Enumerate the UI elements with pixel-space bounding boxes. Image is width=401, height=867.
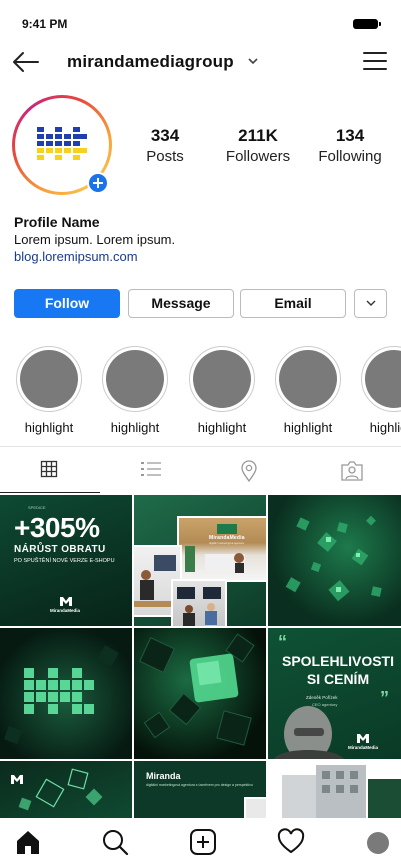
add-story-button[interactable] (87, 172, 109, 194)
profile-avatar-icon[interactable] (367, 832, 389, 854)
hamburger-menu-icon[interactable] (362, 50, 388, 72)
posts-label: Posts (146, 148, 184, 165)
profile-username[interactable]: mirandamediagroup (67, 52, 234, 72)
posts-grid: SPEDICE +305% NÁRŮST OBRATU PO SPUŠTĚNÍ … (0, 495, 401, 818)
post-tile[interactable] (268, 495, 401, 626)
highlight-label: highlight (369, 420, 401, 435)
tab-tagged[interactable] (300, 447, 400, 493)
highlight-label: highlight (283, 420, 333, 435)
green-cubes-graphic (285, 515, 382, 602)
chevron-down-icon (366, 300, 376, 306)
following-count: 134 (335, 126, 365, 145)
highlight-item[interactable]: highlight (101, 346, 169, 435)
coworkers-image (177, 587, 221, 626)
highlight-item[interactable]: highlight (188, 346, 256, 435)
highlight-ring (16, 346, 82, 412)
post-badge: SPEDICE (28, 505, 46, 510)
stat-posts[interactable]: 334 Posts (140, 126, 190, 165)
office-sign-text: MirandaMedia (209, 535, 245, 541)
post-headline: +305% (14, 512, 100, 543)
highlight-cover (279, 350, 337, 408)
highlight-item[interactable]: highlight (15, 346, 83, 435)
office-sign-subtext: digitální marketingová agentura (209, 542, 244, 545)
building-photo-collage (268, 761, 401, 818)
highlight-cover (193, 350, 251, 408)
followers-count: 211K (238, 126, 278, 145)
highlight-ring (275, 346, 341, 412)
tab-grid[interactable] (0, 447, 100, 493)
office-photo (171, 579, 227, 626)
cube-shapes-graphic (18, 768, 103, 811)
post-tile[interactable] (0, 628, 132, 759)
quote-open-icon: “ (278, 632, 287, 652)
post-subhead: NÁRŮST OBRATU (14, 544, 106, 555)
brand-logo-icon (357, 734, 369, 743)
highlight-cover (365, 350, 401, 408)
message-button[interactable]: Message (128, 289, 234, 318)
profile-bio: Profile Name Lorem ipsum. Lorem ipsum. b… (14, 214, 384, 264)
post-tile[interactable] (0, 761, 132, 818)
post-tile[interactable]: SPEDICE +305% NÁRŮST OBRATU PO SPUŠTĚNÍ … (0, 495, 132, 626)
following-label: Following (318, 148, 382, 165)
brand-name: MirandaMedia (348, 745, 379, 750)
office-photo: MirandaMedia digitální marketingová agen… (177, 516, 266, 582)
company-logo-icon (37, 127, 87, 160)
status-bar: 9:41 PM (0, 0, 401, 48)
status-time: 9:41 PM (22, 17, 68, 31)
list-icon (141, 462, 161, 476)
heart-icon[interactable] (277, 828, 307, 858)
search-icon[interactable] (101, 828, 131, 858)
suggested-accounts-button[interactable] (354, 289, 387, 318)
battery-icon (353, 19, 381, 29)
office-photo (244, 797, 266, 818)
tagged-person-icon (341, 461, 363, 481)
portrait-image (274, 706, 344, 759)
profile-header: mirandamediagroup (0, 44, 401, 80)
follow-button[interactable]: Follow (14, 289, 120, 318)
highlight-ring (361, 346, 401, 412)
home-icon[interactable] (14, 828, 44, 858)
stat-following[interactable]: 134 Following (313, 126, 387, 165)
post-quote-title: SPOLEHLIVOSTI SI CENÍM (281, 653, 394, 687)
highlight-label: highlight (197, 420, 247, 435)
back-arrow-icon[interactable] (10, 48, 42, 76)
profile-tabs (0, 446, 401, 493)
bio-text: Lorem ipsum. Lorem ipsum. (14, 232, 176, 247)
highlight-cover (20, 350, 78, 408)
tab-list[interactable] (100, 447, 200, 493)
brand-logo-icon (60, 597, 72, 606)
highlight-ring (189, 346, 255, 412)
highlight-label: highlight (110, 420, 160, 435)
post-tile[interactable] (134, 628, 266, 759)
highlight-ring (102, 346, 168, 412)
story-highlights: highlight highlight highlight highlight … (0, 346, 401, 438)
post-text: digitální marketingová agentura s úsměve… (146, 783, 253, 787)
bio-link[interactable]: blog.loremipsum.com (14, 249, 384, 264)
posts-count: 334 (150, 126, 180, 145)
highlight-cover (106, 350, 164, 408)
location-pin-icon (241, 460, 257, 482)
chevron-down-icon[interactable] (246, 54, 260, 68)
brand-name: MirandaMedia (50, 608, 81, 613)
highlight-label: highlight (24, 420, 74, 435)
followers-label: Followers (225, 148, 291, 165)
email-button[interactable]: Email (240, 289, 346, 318)
highlight-item[interactable]: highlight (360, 346, 401, 435)
post-tile[interactable]: Miranda digitální marketingová agentura … (134, 761, 266, 818)
post-caption: PO SPUŠTĚNÍ NOVÉ VERZE E-SHOPU (14, 558, 115, 564)
profile-name: Profile Name (14, 214, 100, 230)
post-tile[interactable]: “ ” SPOLEHLIVOSTI SI CENÍM Zdeněk Poříze… (268, 628, 401, 759)
highlight-item[interactable]: highlight (274, 346, 342, 435)
post-tile[interactable]: MirandaMedia digitální marketingová agen… (134, 495, 266, 626)
stat-followers[interactable]: 211K Followers (222, 126, 294, 165)
new-post-icon[interactable] (189, 828, 219, 858)
grid-icon (40, 460, 58, 478)
tab-locations[interactable] (200, 447, 300, 493)
floating-cubes-graphic (139, 633, 255, 746)
post-title: Miranda (146, 771, 181, 781)
office-reception-image (185, 524, 245, 573)
pixel-logo-graphic (4, 645, 119, 744)
post-tile[interactable] (268, 761, 401, 818)
bottom-navigation (0, 818, 401, 867)
